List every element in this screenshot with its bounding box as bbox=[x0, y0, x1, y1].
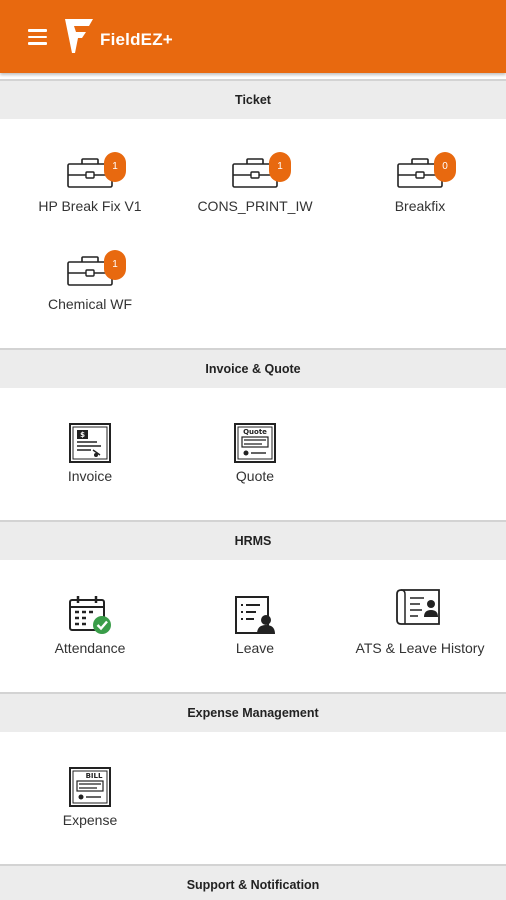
ticket-count-badge: 1 bbox=[104, 152, 126, 182]
app-bar: FieldEZ+ bbox=[0, 0, 506, 73]
invoice-label: Invoice bbox=[67, 468, 113, 484]
ticket-tile-label: HP Break Fix V1 bbox=[38, 198, 142, 214]
attendance-label: Attendance bbox=[54, 640, 126, 656]
expense-icon-text: BILL bbox=[86, 772, 103, 780]
ticket-count-badge: 1 bbox=[269, 152, 291, 182]
leave-tile[interactable]: Leave bbox=[175, 594, 335, 657]
invoice-tile[interactable]: $ Invoice bbox=[10, 422, 170, 485]
section-header-expense: Expense Management bbox=[0, 692, 506, 732]
leave-icon bbox=[235, 596, 275, 634]
ticket-count-badge: 0 bbox=[434, 152, 456, 182]
expense-tile[interactable]: BILL Expense bbox=[10, 766, 170, 829]
svg-text:$: $ bbox=[80, 431, 85, 439]
expense-label: Expense bbox=[62, 812, 118, 828]
menu-icon[interactable] bbox=[28, 29, 47, 46]
quote-icon-text: Quote bbox=[243, 428, 267, 436]
ticket-tile-chemical-wf[interactable]: 1 Chemical WF bbox=[10, 250, 170, 313]
quote-label: Quote bbox=[235, 468, 275, 484]
ticket-tile-hp-break-fix[interactable]: 1 HP Break Fix V1 bbox=[10, 152, 170, 215]
quote-icon: Quote bbox=[234, 423, 276, 463]
ticket-count-badge: 1 bbox=[104, 250, 126, 280]
ats-history-icon bbox=[396, 589, 440, 625]
leave-label: Leave bbox=[235, 640, 275, 656]
ats-leave-history-tile[interactable]: ATS & Leave History bbox=[340, 586, 500, 657]
ticket-tile-cons-print-iw[interactable]: 1 CONS_PRINT_IW bbox=[175, 152, 335, 215]
section-header-ticket: Ticket bbox=[0, 79, 506, 119]
ticket-tile-label: Breakfix bbox=[394, 198, 446, 214]
section-header-hrms: HRMS bbox=[0, 520, 506, 560]
expense-icon: BILL bbox=[69, 767, 111, 807]
ticket-tile-breakfix[interactable]: 0 Breakfix bbox=[340, 152, 500, 215]
quote-tile[interactable]: Quote Quote bbox=[175, 422, 335, 485]
ticket-tile-label: Chemical WF bbox=[47, 296, 132, 312]
invoice-icon: $ bbox=[69, 423, 111, 463]
ticket-tile-label: CONS_PRINT_IW bbox=[197, 198, 313, 214]
attendance-icon bbox=[69, 596, 111, 634]
attendance-tile[interactable]: Attendance bbox=[10, 594, 170, 657]
section-header-support: Support & Notification bbox=[0, 864, 506, 900]
fieldez-logo-icon bbox=[65, 19, 93, 53]
ats-leave-history-label: ATS & Leave History bbox=[355, 640, 485, 656]
section-header-invoice-quote: Invoice & Quote bbox=[0, 348, 506, 388]
app-title: FieldEZ+ bbox=[100, 30, 173, 49]
